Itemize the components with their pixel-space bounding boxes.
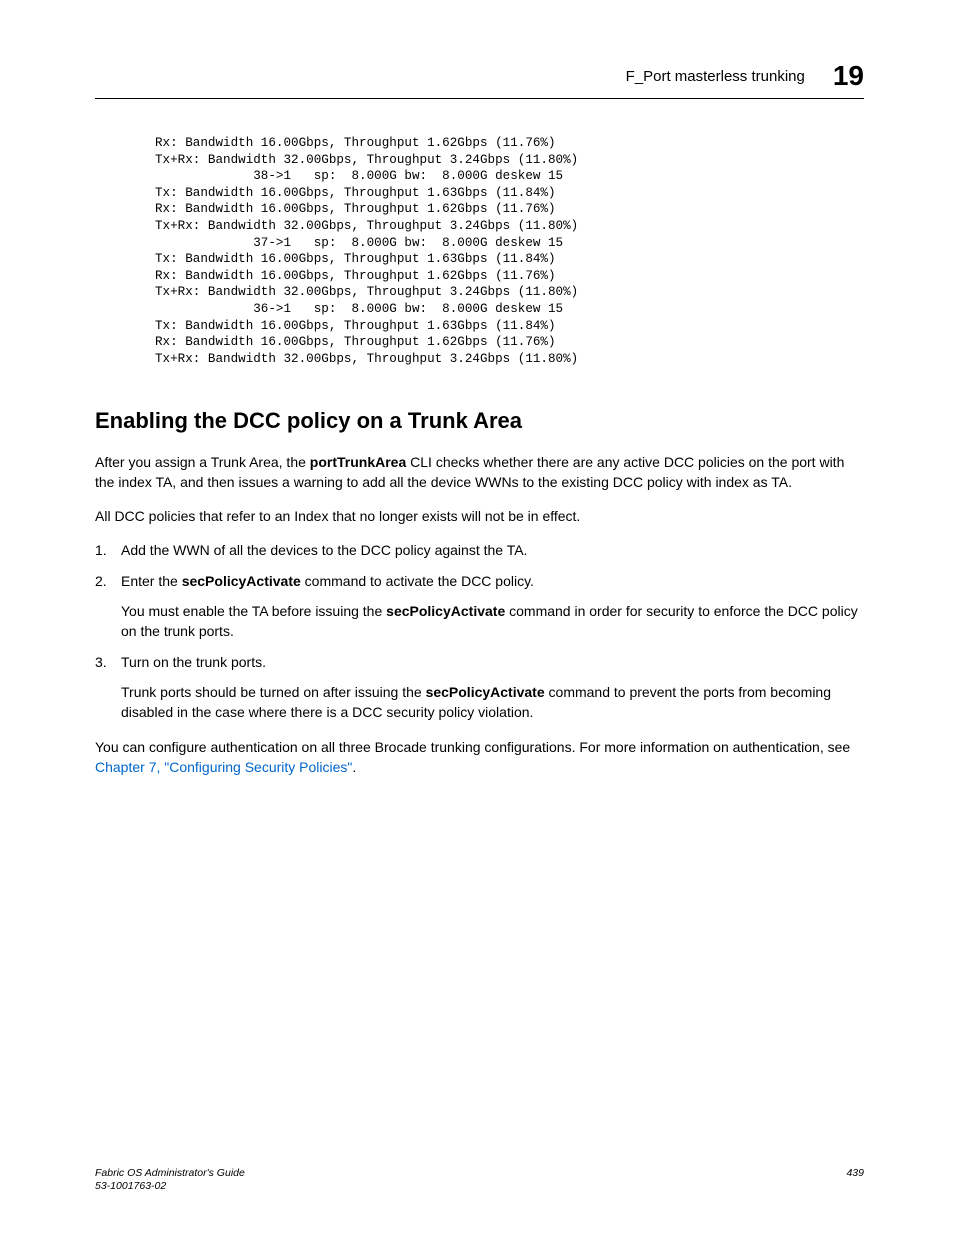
- list-body: Add the WWN of all the devices to the DC…: [121, 540, 864, 560]
- text: You must enable the TA before issuing th…: [121, 603, 386, 619]
- paragraph-1: After you assign a Trunk Area, the portT…: [95, 452, 864, 493]
- ordered-list: 1. Add the WWN of all the devices to the…: [95, 540, 864, 722]
- list-num: 3.: [95, 652, 121, 723]
- section-heading: Enabling the DCC policy on a Trunk Area: [95, 408, 864, 434]
- cmd-secpolicyactivate: secPolicyActivate: [386, 603, 505, 619]
- code-block: Rx: Bandwidth 16.00Gbps, Throughput 1.62…: [155, 135, 864, 368]
- list-subtext: Trunk ports should be turned on after is…: [121, 682, 864, 723]
- page-header: F_Port masterless trunking 19: [95, 60, 864, 99]
- doc-title: Fabric OS Administrator's Guide: [95, 1167, 245, 1180]
- text: .: [352, 759, 356, 775]
- list-item: 1. Add the WWN of all the devices to the…: [95, 540, 864, 560]
- list-item: 2. Enter the secPolicyActivate command t…: [95, 571, 864, 642]
- footer-left: Fabric OS Administrator's Guide 53-10017…: [95, 1167, 245, 1193]
- text: command to activate the DCC policy.: [301, 573, 534, 589]
- text: After you assign a Trunk Area, the: [95, 454, 310, 470]
- text: You can configure authentication on all …: [95, 739, 850, 755]
- page-number: 439: [846, 1167, 864, 1179]
- paragraph-2: All DCC policies that refer to an Index …: [95, 506, 864, 526]
- list-num: 2.: [95, 571, 121, 642]
- list-subtext: You must enable the TA before issuing th…: [121, 601, 864, 642]
- text: Enter the: [121, 573, 182, 589]
- chapter-number: 19: [833, 60, 864, 92]
- link-chapter7[interactable]: Chapter 7, "Configuring Security Policie…: [95, 759, 352, 775]
- cmd-secpolicyactivate: secPolicyActivate: [182, 573, 301, 589]
- text: Trunk ports should be turned on after is…: [121, 684, 426, 700]
- text: Turn on the trunk ports.: [121, 654, 266, 670]
- paragraph-3: You can configure authentication on all …: [95, 737, 864, 778]
- cmd-secpolicyactivate: secPolicyActivate: [426, 684, 545, 700]
- page-footer: Fabric OS Administrator's Guide 53-10017…: [95, 1167, 864, 1193]
- list-item: 3. Turn on the trunk ports. Trunk ports …: [95, 652, 864, 723]
- doc-id: 53-1001763-02: [95, 1180, 245, 1193]
- list-body: Turn on the trunk ports. Trunk ports sho…: [121, 652, 864, 723]
- header-title: F_Port masterless trunking: [626, 68, 805, 85]
- cmd-porttrunkarea: portTrunkArea: [310, 454, 406, 470]
- list-body: Enter the secPolicyActivate command to a…: [121, 571, 864, 642]
- list-num: 1.: [95, 540, 121, 560]
